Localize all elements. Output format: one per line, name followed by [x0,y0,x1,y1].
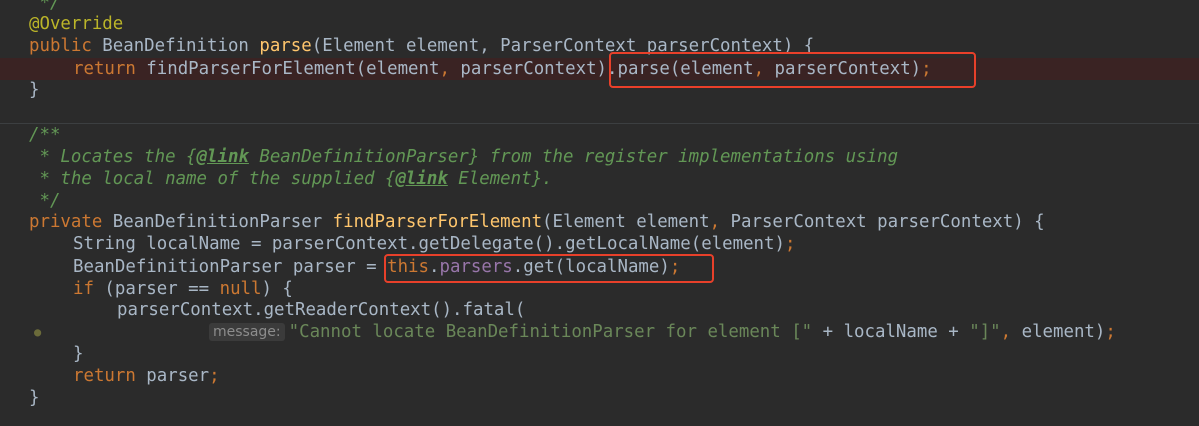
method-params: ParserContext parserContext) { [720,212,1045,232]
doc-comment-end: */ [29,0,61,13]
code-text: (parser == [93,279,220,299]
code-line[interactable]: parserContext.getReaderContext().fatal( [0,299,1199,321]
code-text: + localName + [812,322,970,342]
doc-comment-end: */ [29,191,61,211]
string-literal: "]" [969,322,1001,342]
semicolon: ; [1105,322,1116,342]
keyword: public [29,36,92,56]
code-line[interactable]: } [0,387,1199,409]
annotation: @Override [29,14,124,34]
keyword: return [73,366,136,386]
doc-comment-start: /** [29,125,61,145]
code-line[interactable]: } [0,79,1199,101]
punctuation: , [439,59,450,79]
code-text: ) { [261,279,293,299]
code-line[interactable]: message: "Cannot locate BeanDefinitionPar… [0,321,1199,343]
brace: } [73,344,84,364]
code-line[interactable]: if (parser == null) { [0,278,1199,300]
code-text: parserContext) [764,59,922,79]
code-line[interactable]: return parser; [0,365,1199,387]
semicolon: ; [921,59,932,79]
punctuation: , [709,212,721,232]
code-line[interactable]: /** [0,124,1199,146]
field-reference: parsers [439,257,513,277]
doc-link-tag: @link [395,169,448,189]
brace: } [29,80,40,100]
code-line[interactable]: public BeanDefinition parse(Element elem… [0,35,1199,57]
code-line[interactable]: @Override [0,13,1199,35]
punctuation: , [753,59,765,79]
code-text: .get(localName) [512,257,670,277]
code-line[interactable]: * the local name of the supplied {@link … [0,168,1199,190]
semicolon: ; [784,234,796,254]
code-line-highlighted[interactable]: return findParserForElement(element, par… [0,58,1199,80]
return-type: BeanDefinition [91,36,260,56]
code-text: BeanDefinitionParser parser = [73,257,388,277]
return-type: BeanDefinitionParser [102,212,333,232]
parameter-hint: message: [209,323,285,341]
code-text: parserContext).parse(element [449,59,754,79]
keyword: private [29,212,103,232]
semicolon: ; [209,366,220,386]
string-literal: "Cannot locate BeanDefinitionParser for … [288,322,813,342]
doc-comment: * Locates the { [29,147,197,167]
code-text: parser [135,366,210,386]
punctuation: . [429,257,440,277]
keyword: return [73,59,136,79]
doc-link-tag: @link [196,147,249,167]
code-line[interactable]: String localName = parserContext.getDele… [0,233,1199,255]
code-line[interactable]: BeanDefinitionParser parser = this.parse… [0,256,1199,278]
code-line[interactable]: */ [0,0,1199,14]
keyword: this [387,257,429,277]
code-text: parserContext.getReaderContext().fatal( [117,300,526,320]
code-text: findParserForElement(element [135,59,440,79]
code-line[interactable]: */ [0,190,1199,212]
method-params: (Element element [542,212,710,232]
code-line[interactable]: private BeanDefinitionParser findParserF… [0,211,1199,233]
doc-comment: * the local name of the supplied { [29,169,396,189]
keyword: null [219,279,262,299]
code-line[interactable]: * Locates the {@link BeanDefinitionParse… [0,146,1199,168]
code-editor[interactable]: */ @Override public BeanDefinition parse… [0,0,1199,426]
intention-bulb-icon[interactable]: ● [34,326,44,338]
method-params: (Element element, ParserContext parserCo… [311,36,815,56]
code-text: String localName = parserContext.getDele… [73,234,785,254]
method-name: findParserForElement [332,212,543,232]
brace: } [29,388,40,408]
doc-comment: Element}. [447,169,553,189]
doc-comment: BeanDefinitionParser} from the register … [248,147,899,167]
keyword: if [73,279,94,299]
semicolon: ; [669,257,681,277]
method-name: parse [259,36,312,56]
code-text: element) [1011,322,1106,342]
punctuation: , [1000,322,1012,342]
code-line[interactable]: } [0,343,1199,365]
